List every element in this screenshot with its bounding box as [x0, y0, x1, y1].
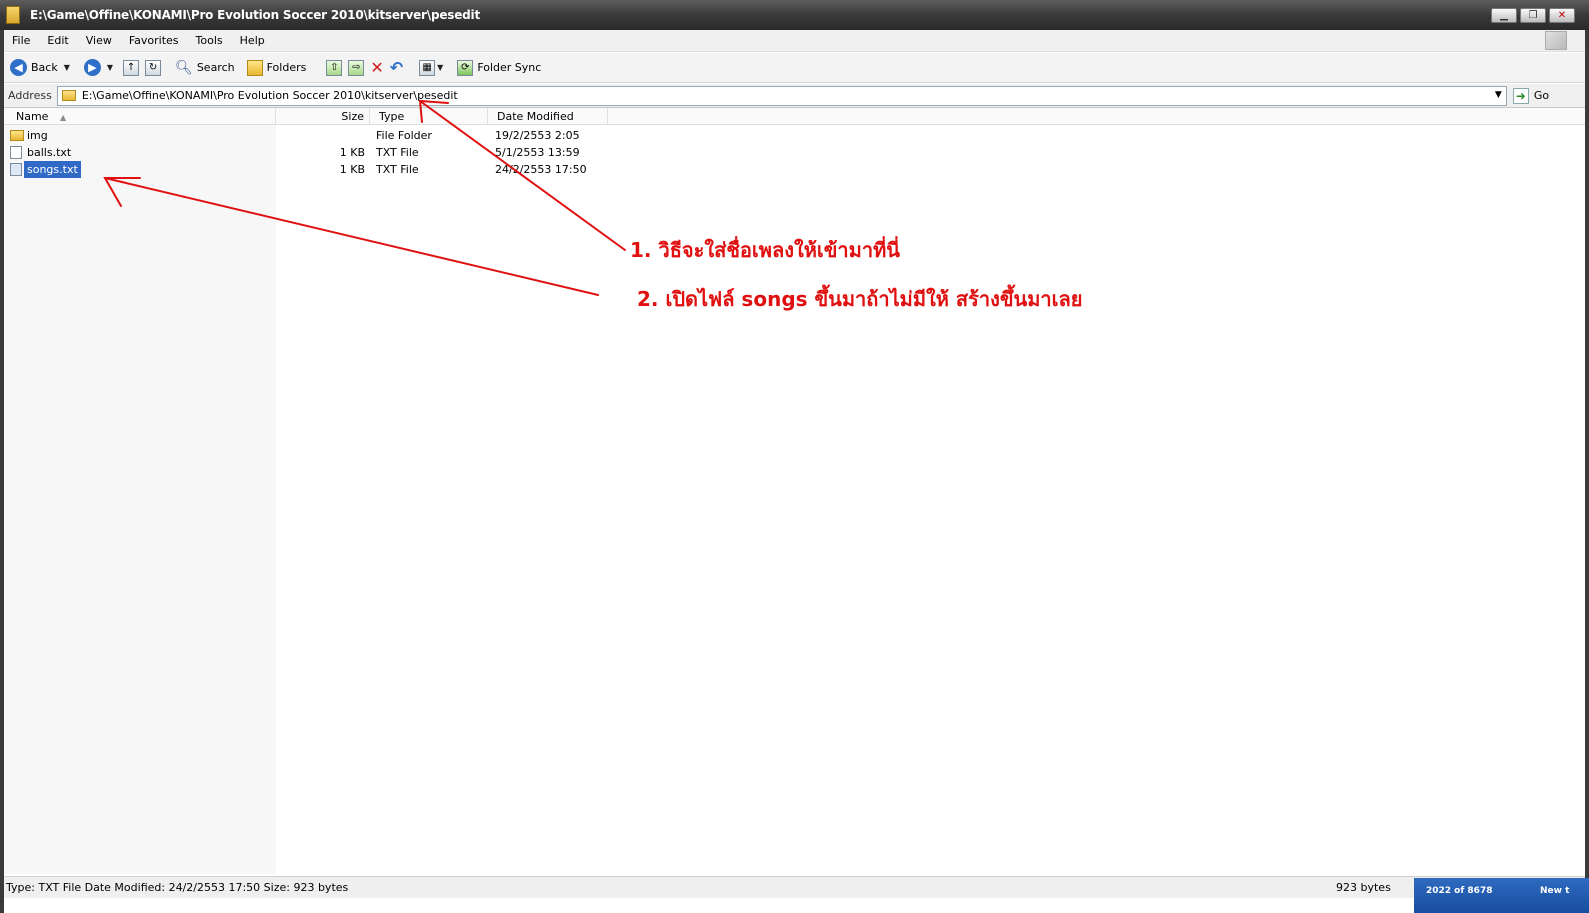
search-icon: 🔍︎ [175, 59, 193, 76]
folder-icon [10, 130, 24, 141]
search-button[interactable]: 🔍︎ Search [175, 56, 235, 80]
window-frame-left [0, 30, 4, 913]
folder-icon [61, 90, 76, 101]
folder-sync-label: Folder Sync [477, 61, 542, 74]
undo-icon: ↶ [389, 58, 404, 77]
delete-icon: ✕ [370, 58, 384, 77]
column-header: Name ▲ Size Type Date Modified [4, 108, 1585, 125]
text-file-icon [10, 146, 22, 159]
window-controls: ▁ ❐ ✕ [1491, 8, 1575, 23]
file-size: 1 KB [339, 146, 365, 159]
menu-bar: File Edit View Favorites Tools Help [0, 30, 1589, 52]
move-to-icon: ⇧ [326, 59, 343, 76]
toolbar: ◀ Back ▼ ▶ ▼ ↑ ↻ 🔍︎ Search Folders ⇧ ⇨ ✕… [0, 53, 1589, 83]
folder-sync-icon: ⟳ [457, 59, 474, 76]
file-type: File Folder [376, 129, 432, 142]
status-size: 923 bytes [1336, 881, 1391, 894]
file-name: balls.txt [27, 146, 72, 159]
folder-sync-button[interactable]: ⟳ Folder Sync [457, 56, 541, 80]
list-item[interactable]: img File Folder 19/2/2553 2:05 [4, 127, 1004, 144]
list-item[interactable]: balls.txt 1 KB TXT File 5/1/2553 13:59 [4, 144, 1004, 161]
menu-help[interactable]: Help [240, 34, 265, 47]
column-type[interactable]: Type [370, 108, 488, 125]
maximize-button[interactable]: ❐ [1520, 8, 1546, 23]
folders-button[interactable]: Folders [246, 56, 307, 80]
menu-tools[interactable]: Tools [196, 34, 223, 47]
list-item-selected[interactable]: songs.txt 1 KB TXT File 24/2/2553 17:50 [4, 161, 1004, 178]
back-button[interactable]: ◀ Back ▼ [10, 56, 70, 80]
up-folder-icon: ↑ [123, 59, 140, 76]
copy-to-button[interactable]: ⇨ [348, 56, 365, 80]
file-date: 24/2/2553 17:50 [495, 163, 587, 176]
back-dropdown-icon[interactable]: ▼ [64, 63, 70, 72]
file-type: TXT File [376, 163, 419, 176]
back-arrow-icon: ◀ [10, 59, 27, 76]
column-date-modified[interactable]: Date Modified [488, 108, 608, 125]
address-bar: Address E:\Game\Offine\KONAMI\Pro Evolut… [0, 84, 1589, 108]
file-size: 1 KB [339, 163, 365, 176]
refresh-button[interactable]: ↻ [145, 56, 162, 80]
windows-logo-icon [1545, 31, 1567, 50]
forward-arrow-icon: ▶ [83, 59, 101, 76]
up-folder-button[interactable]: ↑ [123, 56, 140, 80]
undo-button[interactable]: ↶ [390, 56, 403, 80]
folders-label: Folders [266, 61, 307, 74]
move-to-button[interactable]: ⇧ [326, 56, 343, 80]
column-size[interactable]: Size [276, 108, 370, 125]
sorted-column-shade [4, 125, 276, 874]
sort-ascending-icon: ▲ [59, 113, 67, 122]
window-title: E:\Game\Offine\KONAMI\Pro Evolution Socc… [30, 8, 480, 22]
go-label: Go [1533, 89, 1550, 102]
address-value: E:\Game\Offine\KONAMI\Pro Evolution Socc… [81, 89, 458, 102]
menu-file[interactable]: File [12, 34, 30, 47]
taskbar-notification[interactable]: 2022 of 8678 New t [1414, 878, 1589, 913]
go-arrow-icon: ➜ [1512, 87, 1529, 104]
folder-icon [6, 6, 20, 24]
views-dropdown-icon[interactable]: ▼ [437, 63, 443, 72]
address-label: Address [8, 89, 52, 102]
notification-new: New t [1540, 886, 1570, 896]
menu-view[interactable]: View [86, 34, 112, 47]
notification-count: 2022 of 8678 [1426, 886, 1493, 896]
annotation-note-1: 1. วิธีจะใส่ชื่อเพลงให้เข้ามาที่นี่ [630, 238, 900, 262]
file-type: TXT File [376, 146, 419, 159]
column-name-label: Name [16, 110, 49, 123]
close-button[interactable]: ✕ [1549, 8, 1575, 23]
views-icon: ▦ [419, 59, 436, 76]
folders-icon [246, 59, 263, 76]
copy-to-icon: ⇨ [348, 59, 365, 76]
file-date: 19/2/2553 2:05 [495, 129, 580, 142]
menu-edit[interactable]: Edit [47, 34, 68, 47]
views-button[interactable]: ▦ ▼ [419, 56, 443, 80]
delete-button[interactable]: ✕ [370, 56, 383, 80]
window-frame-right [1585, 30, 1589, 913]
status-bar: Type: TXT File Date Modified: 24/2/2553 … [4, 876, 1585, 898]
forward-dropdown-icon[interactable]: ▼ [107, 63, 113, 72]
status-details: Type: TXT File Date Modified: 24/2/2553 … [6, 881, 349, 894]
forward-button[interactable]: ▶ ▼ [83, 56, 113, 80]
title-bar: E:\Game\Offine\KONAMI\Pro Evolution Socc… [0, 0, 1589, 30]
minimize-button[interactable]: ▁ [1491, 8, 1517, 23]
back-label: Back [31, 61, 58, 74]
file-name: img [27, 129, 48, 142]
annotation-note-2: 2. เปิดไฟล์ songs ขึ้นมาถ้าไม่มีให้ สร้า… [637, 287, 1083, 311]
menu-favorites[interactable]: Favorites [129, 34, 179, 47]
text-file-icon [10, 163, 22, 176]
refresh-icon: ↻ [145, 59, 162, 76]
address-input[interactable]: E:\Game\Offine\KONAMI\Pro Evolution Socc… [56, 85, 1507, 106]
search-label: Search [196, 61, 235, 74]
column-name[interactable]: Name ▲ [4, 108, 276, 125]
file-name: songs.txt [24, 161, 81, 178]
file-date: 5/1/2553 13:59 [495, 146, 580, 159]
go-button[interactable]: ➜ Go [1512, 87, 1550, 104]
address-dropdown-icon[interactable]: ▼ [1495, 90, 1502, 100]
